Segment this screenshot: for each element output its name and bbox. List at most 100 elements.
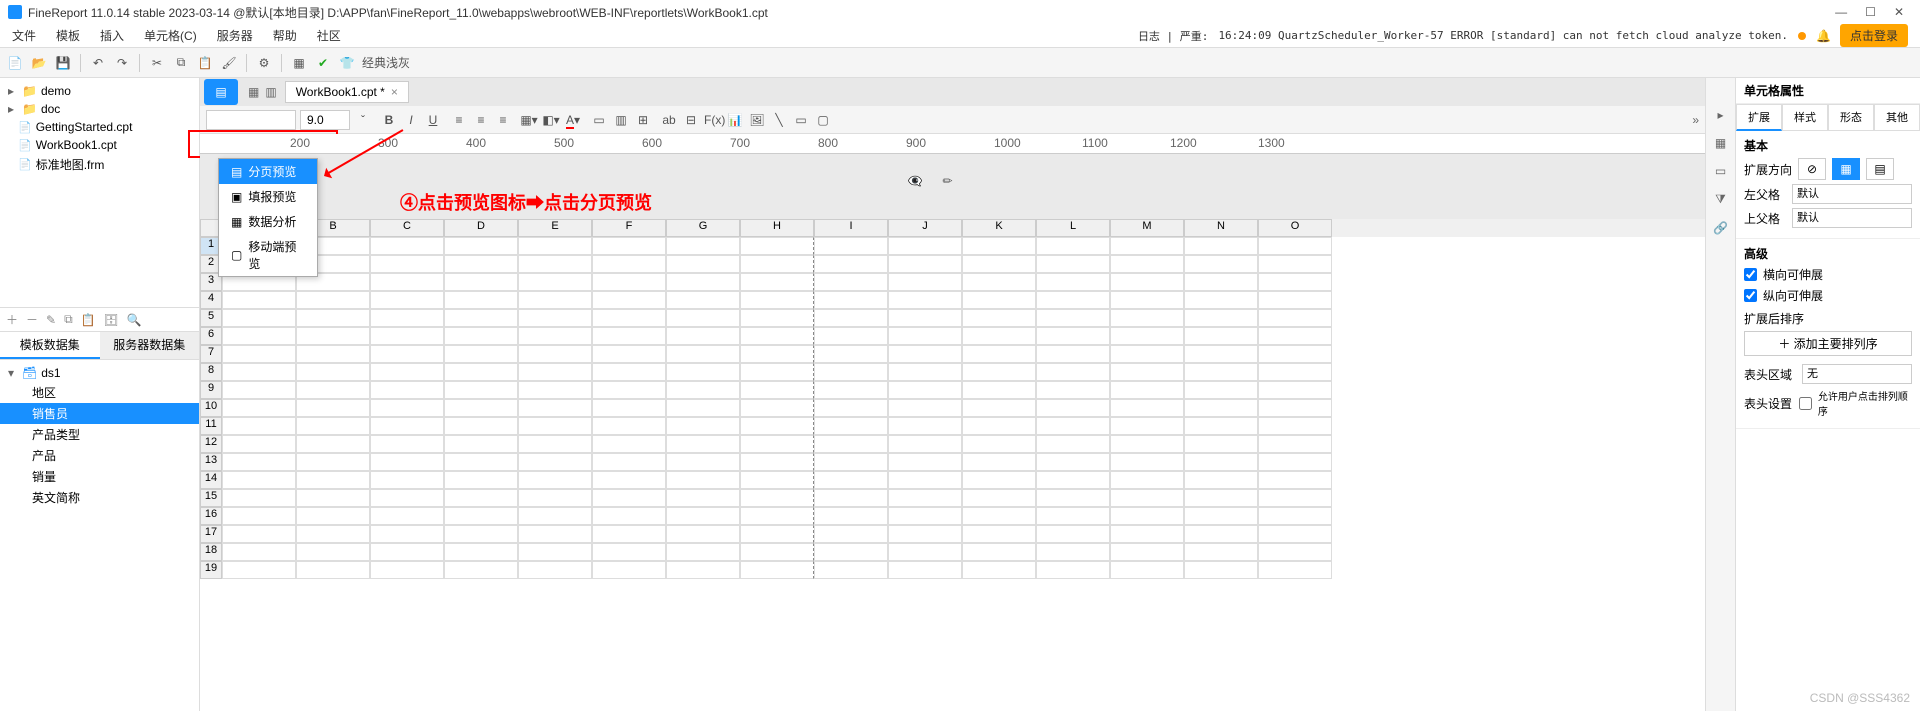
dir-none-button[interactable]: ⊘ [1798, 158, 1826, 180]
cell[interactable] [518, 327, 592, 345]
cell[interactable] [1258, 273, 1332, 291]
cell[interactable] [740, 363, 814, 381]
cell[interactable] [666, 273, 740, 291]
cell[interactable] [1110, 417, 1184, 435]
dir-vertical-button[interactable]: ▦ [1832, 158, 1860, 180]
cell[interactable] [1258, 291, 1332, 309]
fill-color-icon[interactable]: ◧▾ [542, 113, 560, 127]
row-header[interactable]: 18 [200, 543, 222, 561]
cell[interactable] [962, 273, 1036, 291]
image-icon[interactable]: 🖼 [748, 113, 766, 127]
cell[interactable] [666, 561, 740, 579]
cell[interactable] [370, 561, 444, 579]
menu-help[interactable]: 帮助 [273, 27, 297, 44]
cell[interactable] [814, 561, 888, 579]
cell[interactable] [1184, 399, 1258, 417]
cell[interactable] [888, 453, 962, 471]
cell[interactable] [1184, 345, 1258, 363]
cell[interactable] [962, 453, 1036, 471]
cell[interactable] [222, 291, 296, 309]
cell[interactable] [444, 561, 518, 579]
cell[interactable] [518, 507, 592, 525]
login-button[interactable]: 点击登录 [1840, 24, 1908, 47]
row-header[interactable]: 10 [200, 399, 222, 417]
cell[interactable] [444, 507, 518, 525]
cell[interactable] [444, 291, 518, 309]
menu-file[interactable]: 文件 [12, 27, 36, 44]
cell[interactable] [666, 489, 740, 507]
close-button[interactable]: ✕ [1894, 5, 1904, 19]
cell[interactable] [666, 525, 740, 543]
cell[interactable] [666, 363, 740, 381]
preview-paged[interactable]: ▤分页预览 [219, 159, 317, 184]
cell[interactable] [666, 471, 740, 489]
cell[interactable] [444, 489, 518, 507]
cell[interactable] [222, 561, 296, 579]
cell[interactable] [444, 381, 518, 399]
row-header[interactable]: 19 [200, 561, 222, 579]
tree-file[interactable]: 📄标准地图.frm [0, 154, 199, 175]
cell[interactable] [296, 417, 370, 435]
document-tab[interactable]: WorkBook1.cpt * × [285, 81, 409, 103]
cell[interactable] [888, 291, 962, 309]
cell[interactable] [1110, 255, 1184, 273]
cell[interactable] [370, 327, 444, 345]
cell[interactable] [1110, 561, 1184, 579]
row-header[interactable]: 14 [200, 471, 222, 489]
cell[interactable] [1110, 435, 1184, 453]
cell[interactable] [814, 453, 888, 471]
menu-insert[interactable]: 插入 [100, 27, 124, 44]
cell[interactable] [518, 291, 592, 309]
ds-db-icon[interactable]: 🗄 [104, 313, 119, 327]
cell[interactable] [592, 255, 666, 273]
ds-edit-icon[interactable]: ✎ [46, 313, 56, 327]
cell[interactable] [814, 507, 888, 525]
cell[interactable] [222, 399, 296, 417]
cell[interactable] [1184, 381, 1258, 399]
cell[interactable] [296, 525, 370, 543]
cell[interactable] [296, 381, 370, 399]
cell[interactable] [888, 525, 962, 543]
cell[interactable] [666, 435, 740, 453]
cell[interactable] [1258, 435, 1332, 453]
align-left-icon[interactable]: ≡ [450, 113, 468, 127]
row-header[interactable]: 16 [200, 507, 222, 525]
cell[interactable] [370, 525, 444, 543]
h-expand-checkbox[interactable] [1744, 268, 1757, 281]
cell[interactable] [592, 399, 666, 417]
cell[interactable] [962, 237, 1036, 255]
cell[interactable] [1110, 363, 1184, 381]
cell[interactable] [1110, 327, 1184, 345]
row-header[interactable]: 17 [200, 525, 222, 543]
cell[interactable] [444, 525, 518, 543]
maximize-button[interactable]: ☐ [1865, 5, 1876, 19]
visibility-off-icon[interactable]: 👁‍🗨 [907, 174, 922, 188]
tab-form[interactable]: 形态 [1828, 104, 1874, 131]
cell[interactable] [1258, 237, 1332, 255]
cell[interactable] [814, 471, 888, 489]
cell[interactable] [962, 345, 1036, 363]
cell[interactable] [592, 561, 666, 579]
cell[interactable] [1110, 507, 1184, 525]
cell[interactable] [962, 489, 1036, 507]
redo-icon[interactable]: ↷ [113, 54, 131, 72]
cell[interactable] [814, 399, 888, 417]
header-area-select[interactable]: 无 [1802, 364, 1912, 384]
cell[interactable] [518, 363, 592, 381]
cell[interactable] [740, 381, 814, 399]
cell[interactable] [1036, 399, 1110, 417]
close-tab-icon[interactable]: × [391, 85, 398, 99]
undo-icon[interactable]: ↶ [89, 54, 107, 72]
subreport-icon[interactable]: ▭ [792, 113, 810, 127]
cell[interactable] [518, 237, 592, 255]
cell[interactable] [962, 309, 1036, 327]
text-icon[interactable]: ab [660, 113, 678, 127]
cell[interactable] [592, 471, 666, 489]
cell[interactable] [814, 489, 888, 507]
cell[interactable] [370, 489, 444, 507]
cell[interactable] [740, 471, 814, 489]
cell[interactable] [370, 273, 444, 291]
cell[interactable] [888, 561, 962, 579]
merge-icon[interactable]: ▭ [590, 113, 608, 127]
cell[interactable] [1110, 381, 1184, 399]
